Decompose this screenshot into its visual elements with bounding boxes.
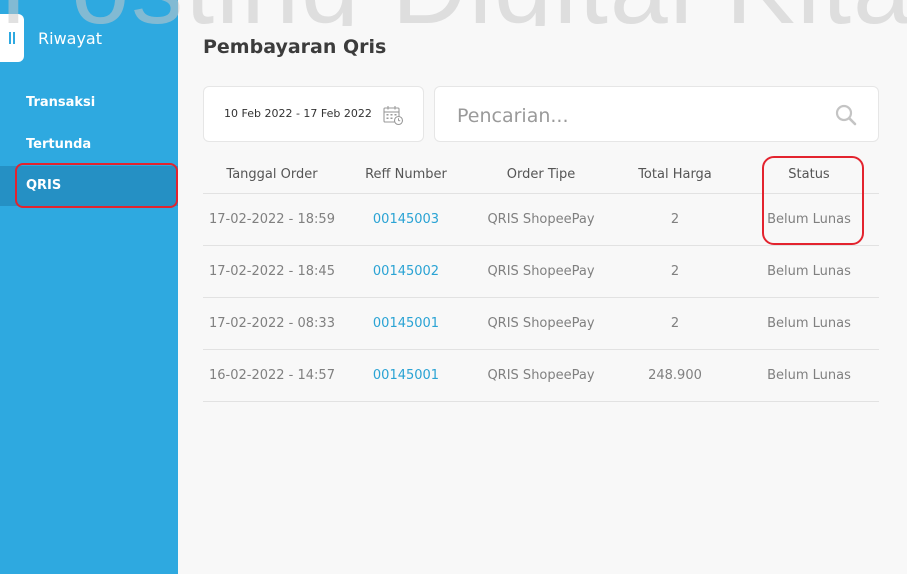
cell-harga: 2 [670, 264, 680, 279]
cell-status: Belum Lunas [767, 212, 851, 227]
page-title: Pembayaran Qris [203, 36, 387, 58]
header-reff-number[interactable]: Reff Number [341, 167, 471, 182]
search-box [434, 86, 879, 142]
cell-tipe: QRIS ShopeePay [487, 212, 595, 227]
sidebar-item-tertunda[interactable]: Tertunda [0, 125, 178, 165]
cell-tanggal: 17-02-2022 - 18:59 [209, 212, 335, 227]
collapse-icon[interactable] [0, 14, 24, 62]
table-row[interactable]: 17-02-2022 - 18:59 00145003 QRIS ShopeeP… [203, 194, 879, 246]
sidebar: Riwayat Transaksi Tertunda QRIS [0, 0, 178, 574]
cell-tipe: QRIS ShopeePay [487, 264, 595, 279]
cell-tanggal: 17-02-2022 - 08:33 [209, 316, 335, 331]
sidebar-item-qris[interactable]: QRIS [0, 166, 178, 206]
cell-tanggal: 17-02-2022 - 18:45 [209, 264, 335, 279]
cell-reff-link[interactable]: 00145002 [341, 264, 471, 279]
cell-status: Belum Lunas [767, 264, 851, 279]
cell-reff-link[interactable]: 00145003 [341, 212, 471, 227]
cell-tipe: QRIS ShopeePay [487, 368, 595, 383]
table-row[interactable]: 17-02-2022 - 18:45 00145002 QRIS ShopeeP… [203, 246, 879, 298]
cell-harga: 2 [670, 212, 680, 227]
cell-status: Belum Lunas [767, 316, 851, 331]
table-row[interactable]: 17-02-2022 - 08:33 00145001 QRIS ShopeeP… [203, 298, 879, 350]
transactions-table: Tanggal Order Reff Number Order Tipe Tot… [203, 155, 879, 402]
cell-reff-link[interactable]: 00145001 [341, 316, 471, 331]
search-input[interactable] [455, 99, 819, 133]
date-range-text: 10 Feb 2022 - 17 Feb 2022 [224, 107, 372, 120]
header-tanggal-order[interactable]: Tanggal Order [203, 167, 341, 182]
cell-reff-link[interactable]: 00145001 [341, 368, 471, 383]
calendar-icon[interactable] [382, 104, 404, 126]
cell-harga: 2 [670, 316, 680, 331]
sidebar-title: Riwayat [38, 29, 102, 48]
cell-tipe: QRIS ShopeePay [487, 316, 595, 331]
cell-tanggal: 16-02-2022 - 14:57 [209, 368, 335, 383]
main-content: Pembayaran Qris 10 Feb 2022 - 17 Feb 202… [178, 0, 907, 574]
app-window: Posting Digital Kita Riwayat Transaksi T… [0, 0, 907, 574]
cell-status: Belum Lunas [767, 368, 851, 383]
header-total-harga[interactable]: Total Harga [611, 167, 739, 182]
sidebar-header: Riwayat [0, 14, 178, 64]
date-range-picker[interactable]: 10 Feb 2022 - 17 Feb 2022 [203, 86, 424, 142]
search-icon[interactable] [834, 103, 858, 127]
table-header: Tanggal Order Reff Number Order Tipe Tot… [203, 155, 879, 194]
sidebar-item-transaksi[interactable]: Transaksi [0, 83, 178, 123]
table-row[interactable]: 16-02-2022 - 14:57 00145001 QRIS ShopeeP… [203, 350, 879, 402]
header-order-tipe[interactable]: Order Tipe [471, 167, 611, 182]
cell-harga: 248.900 [648, 368, 702, 383]
header-status[interactable]: Status [739, 167, 879, 182]
